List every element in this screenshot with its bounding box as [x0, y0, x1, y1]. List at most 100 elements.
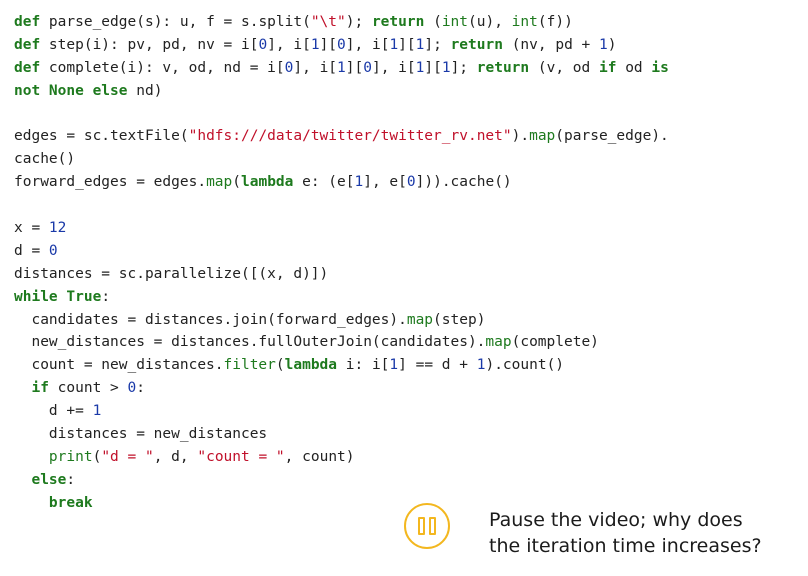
code-token: 1 — [389, 357, 399, 374]
code-token: ). — [511, 128, 530, 145]
code-token: (nv, pd + — [502, 36, 599, 53]
code-line: d = 0 — [14, 240, 800, 263]
code-token: ( — [275, 357, 285, 374]
code-token: int — [441, 14, 469, 30]
code-token: 1 — [389, 36, 399, 53]
code-token: ).count() — [485, 357, 565, 374]
code-token: step(i): pv, pd, nv = i[ — [40, 36, 259, 53]
code-token: nd) — [127, 82, 163, 99]
code-token: map — [529, 128, 556, 145]
code-token: 1 — [354, 174, 364, 191]
pause-prompt-line-1: Pause the video; why does — [489, 509, 743, 531]
code-line: edges = sc.textFile("hdfs:///data/twitte… — [14, 125, 800, 148]
code-line: def step(i): pv, pd, nv = i[0], i[1][0],… — [14, 34, 800, 57]
code-token: count = new_distances. — [14, 357, 224, 374]
code-token: ] == d + — [398, 357, 477, 374]
code-line: candidates = distances.join(forward_edge… — [14, 309, 800, 332]
code-token: "\t" — [310, 14, 346, 30]
code-token: 1 — [310, 36, 320, 53]
code-token: d = — [14, 242, 49, 259]
code-line: distances = sc.parallelize([(x, d)]) — [14, 263, 800, 286]
code-token: 0 — [406, 174, 416, 191]
code-token: , count) — [284, 448, 355, 465]
code-token: : — [101, 288, 111, 305]
code-line: def complete(i): v, od, nd = i[0], i[1][… — [14, 57, 800, 80]
code-token: break — [48, 494, 93, 511]
code-line: if count > 0: — [14, 377, 800, 400]
code-token: ], i[ — [371, 59, 416, 76]
code-token: ( — [232, 174, 241, 191]
code-token: (f)) — [537, 14, 573, 30]
code-token: if — [31, 380, 49, 397]
code-token: : — [136, 380, 145, 397]
code-token: ( — [424, 14, 442, 30]
code-line: while True: — [14, 286, 800, 309]
code-token: 0 — [363, 59, 372, 76]
code-token: lambda — [241, 174, 294, 191]
pause-bar-left — [418, 517, 425, 535]
code-token: ], i[ — [267, 36, 311, 53]
code-token: (step) — [433, 311, 486, 328]
code-token: ][ — [424, 59, 442, 76]
code-token: return — [371, 14, 425, 30]
code-token: d += — [14, 403, 93, 420]
code-line: else: — [14, 469, 800, 492]
code-token: "count = " — [197, 448, 285, 465]
code-token: map — [206, 174, 233, 191]
code-block: def parse_edge(s): u, f = s.split("\t");… — [14, 11, 800, 515]
code-token: filter — [223, 357, 276, 374]
code-token: (complete) — [511, 334, 599, 351]
code-token: ][ — [398, 36, 416, 53]
code-token: cache() — [14, 151, 76, 168]
code-token: x = — [14, 220, 49, 237]
pause-icon[interactable] — [404, 503, 450, 549]
pause-bar-right — [429, 517, 436, 535]
code-token: complete(i): v, od, nd = i[ — [40, 59, 285, 76]
code-line: distances = new_distances — [14, 423, 800, 446]
code-token: while True — [14, 288, 102, 305]
code-token: , d, — [153, 448, 198, 465]
code-token: (u), — [468, 14, 512, 30]
code-token: 0 — [258, 36, 268, 53]
code-line: count = new_distances.filter(lambda i: i… — [14, 354, 800, 377]
code-token: def — [14, 59, 41, 76]
code-token: not None — [14, 82, 84, 99]
code-token: candidates = distances.join(forward_edge… — [14, 311, 407, 328]
code-token: lambda — [284, 357, 338, 374]
code-token: 1 — [441, 59, 451, 76]
code-token: : — [66, 471, 76, 488]
code-token: od — [616, 59, 652, 76]
code-token: 0 — [127, 380, 137, 397]
code-line: def parse_edge(s): u, f = s.split("\t");… — [14, 11, 800, 34]
pause-prompt: Pause the video; why does the iteration … — [489, 507, 799, 559]
code-token: def — [14, 36, 41, 53]
code-token: return — [476, 59, 530, 76]
code-token: ], i[ — [293, 59, 338, 76]
code-token: ]; — [450, 59, 477, 76]
code-token: map — [406, 311, 434, 328]
code-token: else — [92, 82, 128, 99]
code-token: ( — [92, 448, 102, 465]
code-token: ]; — [424, 36, 451, 53]
code-token: (v, od — [529, 59, 599, 76]
code-token: map — [485, 334, 512, 351]
code-token: ], i[ — [345, 36, 390, 53]
code-token: e: (e[ — [293, 174, 355, 191]
code-token: ])).cache() — [415, 174, 512, 191]
code-token: count > — [48, 380, 128, 397]
code-token: is — [651, 59, 669, 76]
code-token: 0 — [48, 242, 58, 259]
code-token: 1 — [337, 59, 346, 76]
code-line: print("d = ", d, "count = ", count) — [14, 446, 800, 469]
code-token: 1 — [92, 403, 102, 420]
code-token: ); — [345, 14, 372, 30]
code-token: (parse_edge). — [555, 128, 669, 145]
code-line: forward_edges = edges.map(lambda e: (e[1… — [14, 171, 800, 194]
code-token: else — [31, 471, 67, 488]
